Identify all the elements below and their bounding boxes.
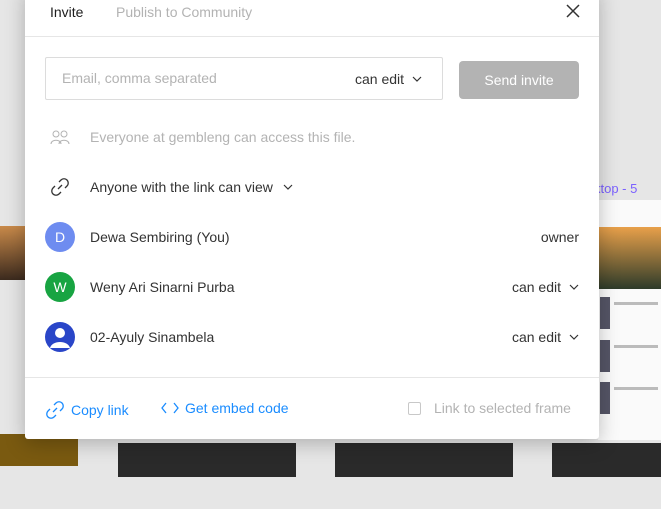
person-role: can edit: [511, 329, 561, 345]
person-name: Dewa Sembiring (You): [90, 229, 230, 245]
link-icon: [46, 401, 64, 419]
person-role: owner: [540, 229, 579, 245]
avatar: W: [45, 272, 75, 302]
user-icon: [50, 328, 70, 348]
tab-publish-to-community[interactable]: Publish to Community: [116, 4, 252, 20]
chevron-down-icon[interactable]: [283, 184, 293, 190]
canvas-frame-thumbnail[interactable]: [552, 443, 661, 477]
email-field[interactable]: [62, 70, 322, 86]
frame-image-block: [600, 382, 610, 414]
dialog-tabs: Invite Publish to Community: [25, 0, 599, 37]
canvas-frame-thumbnail[interactable]: [118, 443, 296, 477]
person-row: D Dewa Sembiring (You) owner: [45, 221, 579, 253]
chevron-down-icon: [569, 334, 579, 340]
copy-link-button[interactable]: Copy link: [45, 400, 129, 420]
link-access-row[interactable]: Anyone with the link can view: [45, 171, 579, 203]
frame-image-block: [600, 297, 610, 329]
person-name: 02-Ayuly Sinambela: [90, 329, 215, 345]
frame-text-line: [614, 302, 658, 305]
tab-invite[interactable]: Invite: [50, 4, 83, 20]
get-embed-code-button[interactable]: Get embed code: [161, 400, 289, 416]
link-access-dropdown[interactable]: Anyone with the link can view: [90, 179, 273, 195]
person-permission-dropdown[interactable]: can edit: [512, 279, 579, 295]
frame-label[interactable]: ktop - 5: [594, 181, 637, 196]
frame-text-line: [614, 345, 658, 348]
person-row: 02-Ayuly Sinambela can edit: [45, 321, 579, 353]
person-name: Weny Ari Sinarni Purba: [90, 279, 235, 295]
team-icon: [45, 122, 75, 152]
chevron-down-icon: [569, 284, 579, 290]
link-icon: [45, 172, 75, 202]
avatar: D: [45, 222, 75, 252]
copy-link-label: Copy link: [71, 402, 129, 418]
avatar: [45, 322, 75, 352]
share-dialog: Invite Publish to Community can edit Sen…: [25, 0, 599, 439]
close-icon[interactable]: [565, 3, 581, 19]
team-access-row: Everyone at gembleng can access this fil…: [45, 121, 579, 153]
frame-hero-image: [598, 227, 661, 289]
get-embed-code-label: Get embed code: [185, 400, 289, 416]
frame-text-line: [614, 387, 658, 390]
send-invite-button[interactable]: Send invite: [459, 61, 579, 99]
canvas-frame-thumbnail[interactable]: [335, 443, 513, 477]
invite-permission-label: can edit: [355, 71, 405, 87]
invite-permission-dropdown[interactable]: can edit: [355, 71, 422, 87]
code-icon: [161, 402, 179, 414]
dialog-footer: Copy link Get embed code Link to selecte…: [25, 377, 599, 440]
link-to-selected-frame-label[interactable]: Link to selected frame: [434, 400, 571, 416]
person-row: W Weny Ari Sinarni Purba can edit: [45, 271, 579, 303]
person-permission-dropdown[interactable]: can edit: [512, 329, 579, 345]
chevron-down-icon: [412, 76, 422, 82]
person-role: can edit: [511, 279, 561, 295]
team-access-text: Everyone at gembleng can access this fil…: [90, 129, 356, 145]
invite-email-box: can edit: [45, 57, 443, 100]
frame-image-block: [600, 340, 610, 372]
canvas-frame-desktop-5[interactable]: [598, 200, 661, 440]
link-to-selected-frame-checkbox[interactable]: [408, 402, 421, 415]
